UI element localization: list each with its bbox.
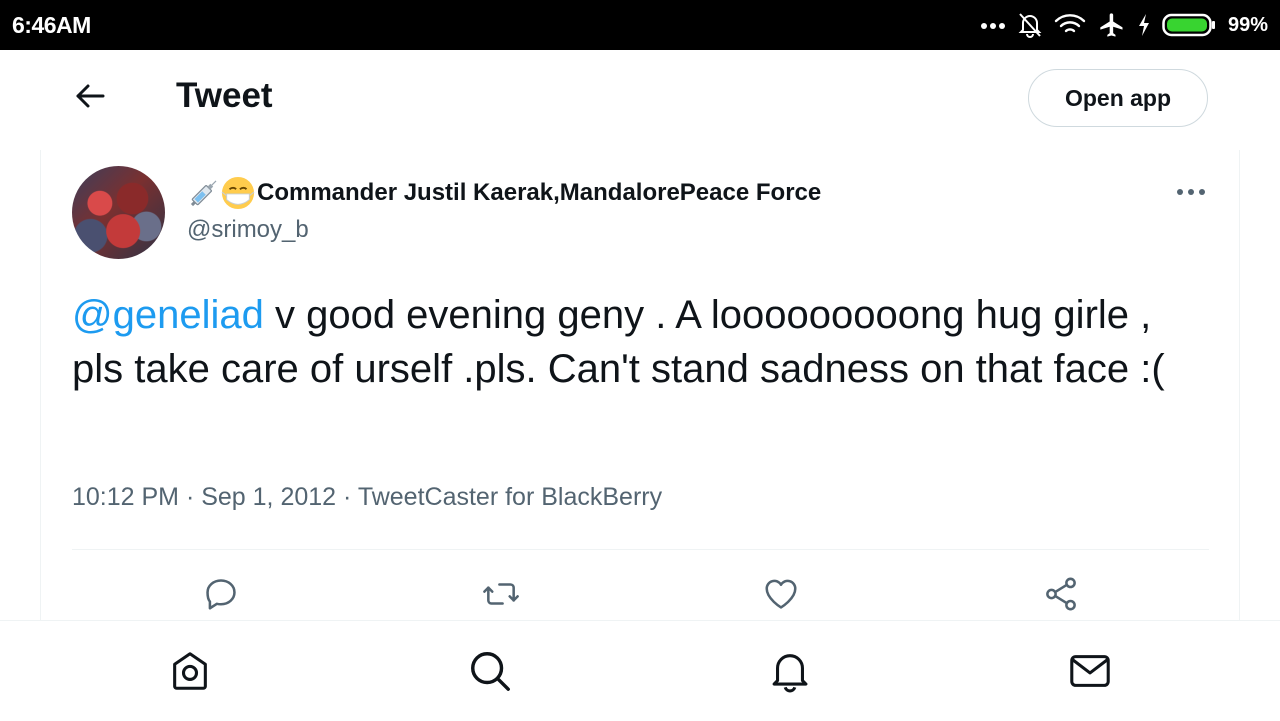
share-button[interactable] — [1039, 574, 1083, 618]
like-button[interactable] — [759, 574, 803, 618]
tweet-text: @geneliad v good evening geny . A looooo… — [72, 288, 1212, 396]
share-icon — [1042, 575, 1080, 618]
bottom-nav — [0, 620, 1280, 721]
charging-bolt-icon — [1138, 14, 1150, 36]
divider — [72, 549, 1209, 550]
nav-notifications[interactable] — [766, 649, 814, 697]
retweet-button[interactable] — [479, 574, 523, 618]
like-icon — [762, 575, 800, 618]
app-header: Tweet Open app — [0, 50, 1280, 148]
open-app-button[interactable]: Open app — [1028, 69, 1208, 127]
tweet-meta: 10:12 PM · Sep 1, 2012 · TweetCaster for… — [72, 483, 663, 511]
reply-icon — [202, 575, 240, 618]
avatar[interactable] — [72, 166, 165, 259]
author-display-name: Commander Justil Kaerak,MandalorePeace F… — [257, 179, 822, 206]
tweet-actions — [41, 570, 1241, 620]
notifications-off-icon — [1018, 12, 1042, 38]
page-title: Tweet — [176, 76, 273, 115]
status-time: 6:46AM — [12, 11, 91, 38]
retweet-icon — [481, 575, 521, 618]
status-icons: 99% — [980, 11, 1268, 39]
messages-icon — [1067, 648, 1113, 699]
battery-percent: 99% — [1227, 13, 1268, 36]
battery-icon — [1162, 12, 1216, 38]
reply-button[interactable] — [199, 574, 243, 618]
more-dots-icon — [980, 20, 1006, 30]
syringe-emoji — [187, 176, 221, 210]
face-with-medical-mask-emoji — [221, 176, 255, 210]
airplane-mode-icon — [1098, 11, 1126, 39]
status-bar: 6:46AM 99% — [0, 0, 1280, 50]
more-horizontal-icon — [1176, 183, 1206, 201]
author-name-row[interactable]: Commander Justil Kaerak,MandalorePeace F… — [187, 174, 821, 212]
mention-link[interactable]: @geneliad — [72, 293, 264, 337]
author-handle[interactable]: @srimoy_b — [187, 216, 309, 244]
search-icon — [467, 648, 513, 699]
nav-messages[interactable] — [1066, 649, 1114, 697]
back-arrow-icon — [74, 82, 106, 115]
tweet-card: Commander Justil Kaerak,MandalorePeace F… — [40, 150, 1240, 620]
back-button[interactable] — [70, 78, 110, 118]
wifi-icon — [1054, 13, 1086, 37]
more-options-button[interactable] — [1171, 180, 1211, 204]
nav-home[interactable] — [166, 649, 214, 697]
nav-search[interactable] — [466, 649, 514, 697]
home-icon — [167, 648, 213, 699]
notifications-icon — [767, 648, 813, 699]
